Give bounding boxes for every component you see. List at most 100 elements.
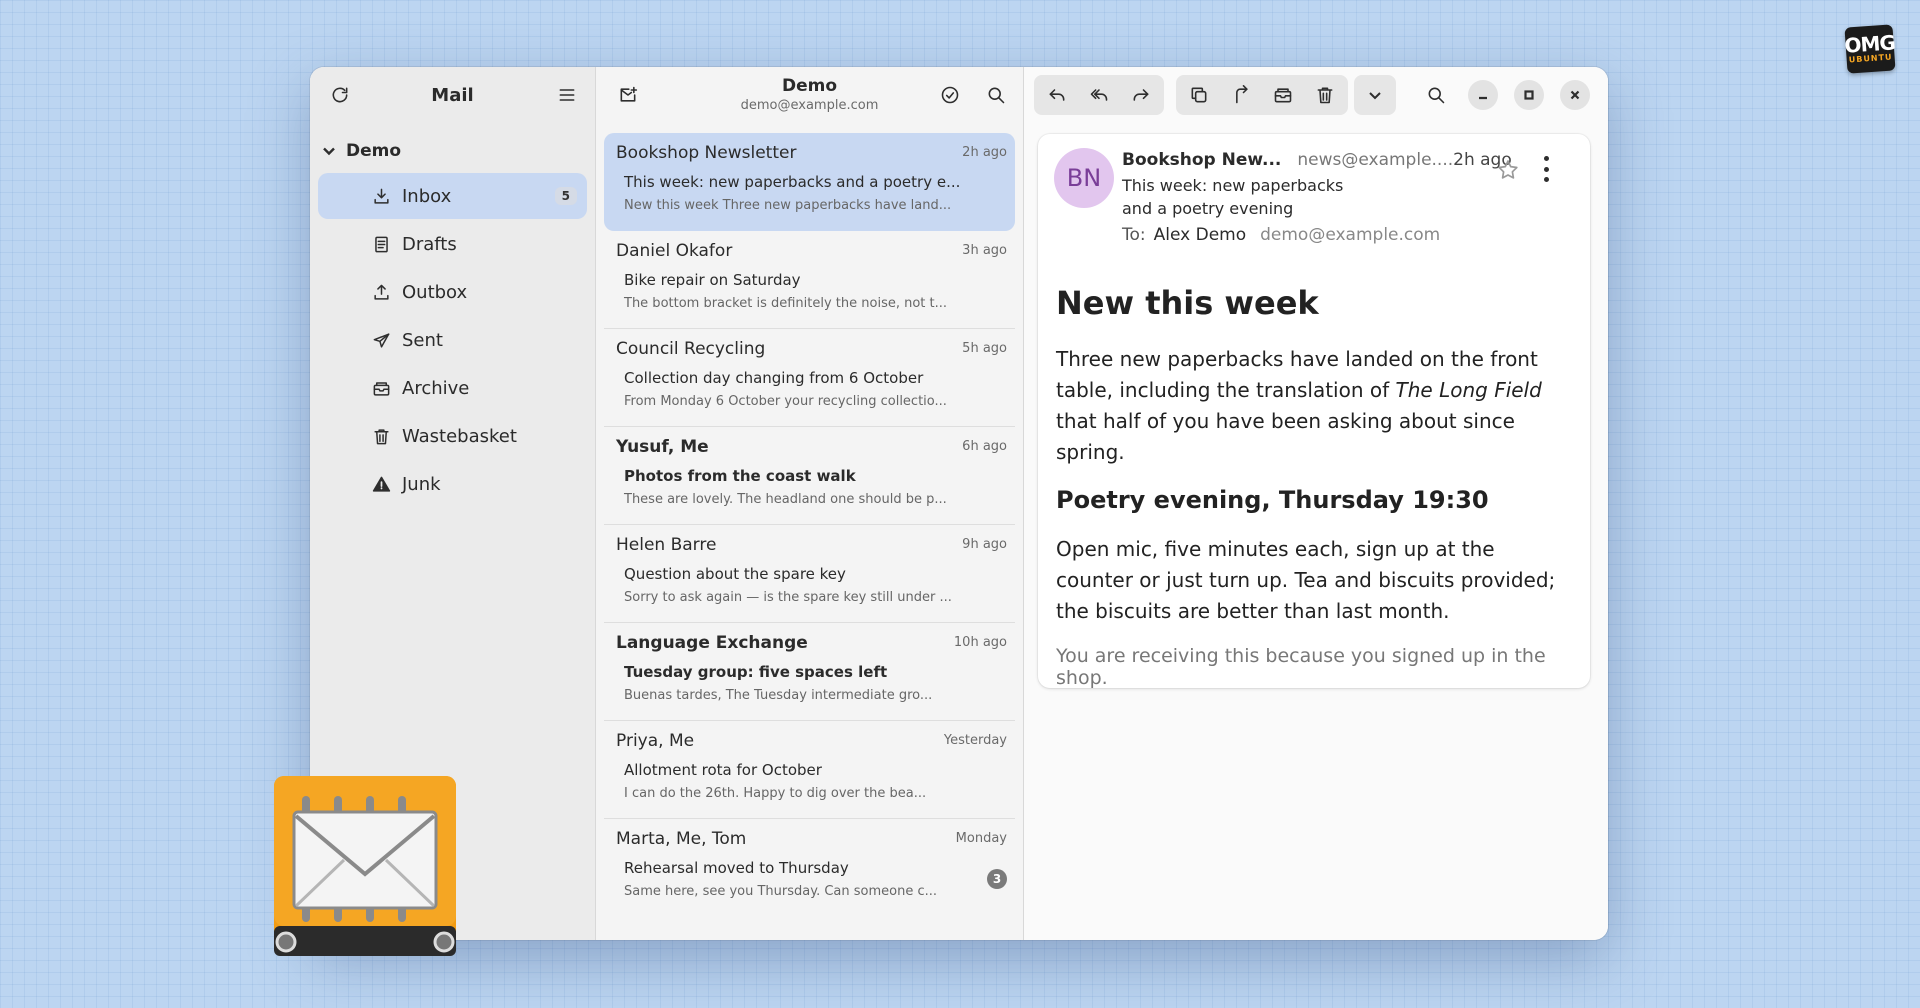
message-row[interactable]: Council Recycling 5h ago Collection day … — [604, 329, 1015, 427]
sent-icon — [370, 329, 392, 351]
minimize-icon — [1479, 96, 1487, 100]
close-icon — [1570, 90, 1580, 100]
message-list-header: Demo demo@example.com — [596, 67, 1023, 123]
junk-icon — [370, 473, 392, 495]
reply-group — [1034, 75, 1164, 115]
body-subheading: Poetry evening, Thursday 19:30 — [1056, 486, 1489, 514]
message-row[interactable]: Priya, Me Yesterday Allotment rota for O… — [604, 721, 1015, 819]
message-sender: Yusuf, Me — [616, 437, 709, 457]
body-footer: You are receiving this because you signe… — [1056, 645, 1546, 689]
folder-inbox[interactable]: Inbox 5 — [318, 173, 587, 219]
message-preview: From Monday 6 October your recycling col… — [624, 394, 947, 409]
message-subject: Question about the spare key — [624, 565, 846, 583]
mail-window: Mail Demo Inbox 5 Drafts Outbox Sent Arc… — [310, 67, 1608, 940]
folder-sent[interactable]: Sent — [318, 317, 587, 363]
move-button[interactable] — [1220, 75, 1262, 115]
message-preview: Same here, see you Thursday. Can someone… — [624, 884, 938, 899]
main-menu-button[interactable] — [549, 77, 585, 113]
message-time: 2h ago — [962, 145, 1007, 160]
folder-drafts[interactable]: Drafts — [318, 221, 587, 267]
search-icon — [988, 87, 1005, 104]
forward-button[interactable] — [1120, 75, 1162, 115]
folder-label: Drafts — [402, 233, 457, 255]
to-label: To: — [1122, 225, 1146, 245]
para-text: that half of you have been asking about … — [1056, 409, 1515, 464]
message-preview: The bottom bracket is definitely the noi… — [624, 296, 948, 311]
recipient-address[interactable]: demo@example.com — [1260, 225, 1440, 245]
message-time: Monday — [955, 831, 1007, 846]
recipient-name[interactable]: Alex Demo — [1154, 225, 1247, 245]
chevron-down-icon — [1369, 92, 1381, 100]
folder-label: Sent — [402, 329, 443, 351]
folder-label: Inbox — [402, 185, 452, 207]
folder-label: Junk — [402, 473, 441, 495]
more-actions-dropdown[interactable] — [1354, 75, 1396, 115]
message-menu-button[interactable] — [1534, 156, 1558, 182]
forward-icon — [1133, 89, 1149, 101]
message-row[interactable]: Yusuf, Me 6h ago Photos from the coast w… — [604, 427, 1015, 525]
chevron-down-icon — [323, 147, 335, 156]
message-subject: Rehearsal moved to Thursday — [624, 859, 849, 877]
logo-line2: UBUNTU — [1848, 52, 1893, 65]
star-icon — [1498, 160, 1518, 179]
maximize-button[interactable] — [1514, 80, 1544, 110]
message-subject: This week: new paperbacks and a poetry e… — [1122, 176, 1344, 218]
sidebar-header: Mail — [310, 67, 595, 123]
message-body: New this week Three new paperbacks have … — [1056, 284, 1570, 689]
message-row[interactable]: Helen Barre 9h ago Question about the sp… — [604, 525, 1015, 623]
message-row[interactable]: Marta, Me, Tom Monday Rehearsal moved to… — [604, 819, 1015, 917]
kebab-dot — [1543, 166, 1549, 172]
star-button[interactable] — [1496, 158, 1520, 182]
archive-button[interactable] — [1262, 75, 1304, 115]
message-subject: Bike repair on Saturday — [624, 271, 801, 289]
reply-button[interactable] — [1036, 75, 1078, 115]
message-row[interactable]: Daniel Okafor 3h ago Bike repair on Satu… — [604, 231, 1015, 329]
delete-button[interactable] — [1304, 75, 1346, 115]
folder-label: Outbox — [402, 281, 468, 303]
check-circle-icon — [941, 86, 959, 104]
message-sender: Council Recycling — [616, 339, 766, 359]
folder-junk[interactable]: Junk — [318, 461, 587, 507]
sender-address[interactable]: news@example.... — [1297, 150, 1453, 170]
message-preview: Buenas tardes, The Tuesday intermediate … — [624, 688, 933, 703]
message-time: 9h ago — [962, 537, 1007, 552]
thread-count-badge: 3 — [987, 869, 1007, 889]
folder-wastebasket[interactable]: Wastebasket — [318, 413, 587, 459]
folder-archive[interactable]: Archive — [318, 365, 587, 411]
sender-avatar: BN — [1054, 148, 1114, 208]
message-row[interactable]: Bookshop Newsletter 2h ago This week: ne… — [604, 133, 1015, 231]
reader-toolbar — [1024, 67, 1608, 123]
folder-label: Archive — [402, 377, 470, 399]
message-subject: This week: new paperbacks and a poetry e… — [624, 173, 961, 191]
message-subject: Collection day changing from 6 October — [624, 369, 924, 387]
reply-all-button[interactable] — [1078, 75, 1120, 115]
search-button[interactable] — [978, 77, 1014, 113]
minimize-button[interactable] — [1468, 80, 1498, 110]
find-in-message-button[interactable] — [1418, 77, 1454, 113]
trash-icon — [1317, 87, 1333, 104]
kebab-dot — [1543, 156, 1549, 161]
search-icon — [1428, 87, 1445, 104]
message-card: BN Bookshop New... news@example.... 2h a… — [1038, 134, 1590, 689]
reply-icon — [1049, 89, 1065, 101]
drafts-icon — [370, 233, 392, 255]
account-row[interactable]: Demo — [310, 131, 595, 171]
message-sender: Language Exchange — [616, 633, 808, 653]
body-paragraph-2: Open mic, five minutes each, sign up at … — [1056, 537, 1556, 623]
folder-outbox[interactable]: Outbox — [318, 269, 587, 315]
trash-icon — [370, 425, 392, 447]
move-icon — [1236, 85, 1248, 104]
message-row[interactable]: Language Exchange 10h ago Tuesday group:… — [604, 623, 1015, 721]
reader-pane: BN Bookshop New... news@example.... 2h a… — [1024, 67, 1608, 940]
message-preview: Sorry to ask again — is the spare key st… — [624, 590, 952, 605]
message-time: 6h ago — [962, 439, 1007, 454]
archive-icon — [370, 377, 392, 399]
sender-name: Bookshop New... — [1122, 150, 1282, 170]
close-button[interactable] — [1560, 80, 1590, 110]
recipient-row: To: Alex Demo demo@example.com — [1122, 225, 1570, 245]
message-list-pane: Demo demo@example.com Bookshop Newslette… — [596, 67, 1024, 940]
message-sender: Helen Barre — [616, 535, 717, 555]
select-mode-button[interactable] — [932, 77, 968, 113]
account-name: Demo — [346, 141, 402, 161]
copy-button[interactable] — [1178, 75, 1220, 115]
